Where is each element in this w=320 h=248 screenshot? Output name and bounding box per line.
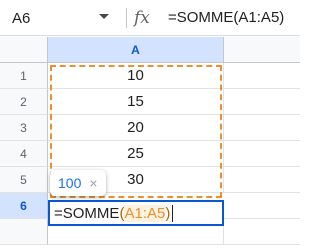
row-header-6[interactable]: 6 (0, 193, 48, 219)
formula-result-tooltip: 100 × (50, 170, 106, 196)
formula-bar-divider (126, 8, 127, 28)
editor-close-paren: ) (165, 204, 171, 222)
column-header-a[interactable]: A (48, 37, 224, 63)
editor-range-ref: A1:A5 (124, 204, 166, 222)
caret-down-icon[interactable] (99, 14, 109, 19)
formula-input[interactable]: =SOMME(A1:A5) (168, 0, 284, 36)
cell-a2[interactable]: 15 (48, 89, 224, 115)
cell-b3[interactable] (224, 115, 300, 141)
cell-a4[interactable]: 25 (48, 141, 224, 167)
fx-icon: fx (134, 8, 150, 28)
editor-function: =SOMME (54, 204, 120, 222)
name-box-value: A6 (12, 9, 31, 27)
spreadsheet-grid: A 1 10 2 15 3 20 4 25 5 30 6 100 × =SOMM… (0, 37, 300, 248)
formula-bar: A6 fx =SOMME(A1:A5) (0, 0, 300, 36)
cell-b7[interactable] (224, 219, 300, 245)
formula-result-value: 100 (58, 175, 82, 191)
cell-b4[interactable] (224, 141, 300, 167)
cell-b2[interactable] (224, 89, 300, 115)
row-header-2[interactable]: 2 (0, 89, 48, 115)
close-icon[interactable]: × (89, 175, 97, 191)
row-header-3[interactable]: 3 (0, 115, 48, 141)
row-header-7[interactable] (0, 219, 48, 245)
row-header-5[interactable]: 5 (0, 167, 48, 193)
cell-a6-editor[interactable]: =SOMME(A1:A5) (48, 200, 224, 226)
cell-a1[interactable]: 10 (48, 63, 224, 89)
cell-b1[interactable] (224, 63, 300, 89)
column-header-empty (224, 37, 300, 63)
cell-b5[interactable] (224, 167, 300, 193)
text-caret (172, 204, 174, 222)
select-all-corner[interactable] (0, 37, 48, 63)
cell-a3[interactable]: 20 (48, 115, 224, 141)
row-header-1[interactable]: 1 (0, 63, 48, 89)
row-header-4[interactable]: 4 (0, 141, 48, 167)
cell-b6[interactable] (224, 193, 300, 219)
